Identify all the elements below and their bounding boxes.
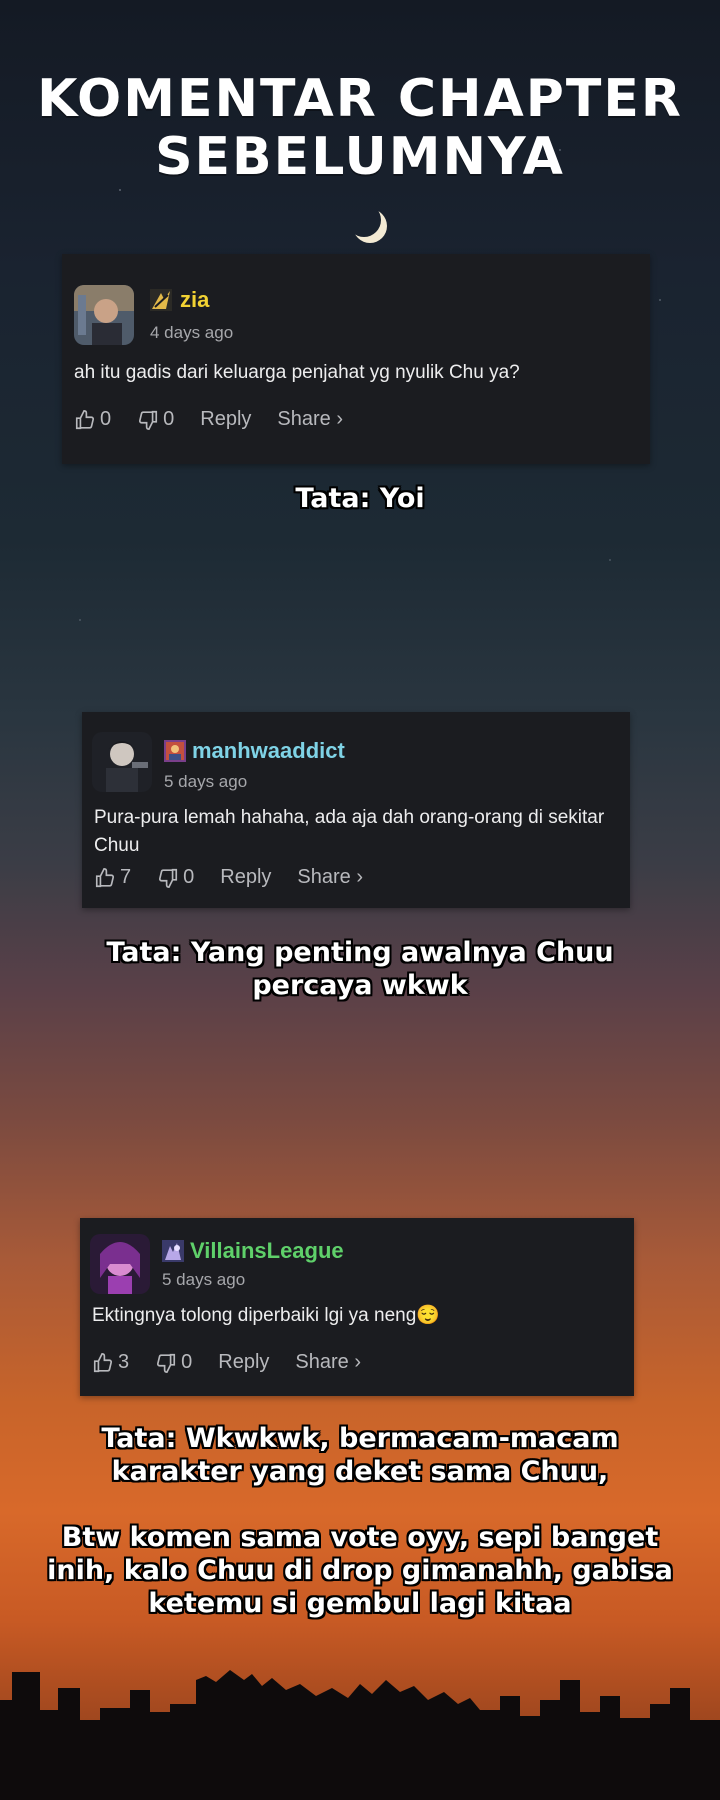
city-skyline <box>0 1670 720 1800</box>
comment-actions: 0 0 Reply Share › <box>74 408 369 431</box>
like-button[interactable]: 0 <box>74 408 111 431</box>
page-title-line-1: KOMENTAR CHAPTER <box>37 69 683 129</box>
thumbs-up-icon <box>75 409 95 429</box>
avatar[interactable] <box>92 732 152 792</box>
dislike-count: 0 <box>183 866 195 888</box>
page-title-line-2: SEBELUMNYA <box>155 127 565 187</box>
dislike-count: 0 <box>181 1351 193 1373</box>
share-button[interactable]: Share › <box>297 866 363 889</box>
share-button[interactable]: Share › <box>295 1351 361 1374</box>
comment-time: 5 days ago <box>162 1270 246 1289</box>
caption-1: Tata: Yoi <box>295 483 425 514</box>
thumbs-up-icon <box>93 1352 113 1372</box>
thumbs-down-icon <box>139 410 158 430</box>
dislike-button[interactable]: 0 <box>137 408 174 431</box>
avatar[interactable] <box>90 1234 150 1294</box>
caption-2: Tata: Yang penting awalnya Chuu percaya … <box>106 937 614 1001</box>
comment-actions: 3 0 Reply Share › <box>92 1351 387 1374</box>
user-badge-icon <box>162 1240 184 1262</box>
dislike-button[interactable]: 0 <box>157 866 194 889</box>
like-button[interactable]: 7 <box>94 866 131 889</box>
dislike-count: 0 <box>163 408 175 430</box>
comment-text: Pura-pura lemah hahaha, ada aja dah oran… <box>94 807 605 856</box>
comment-actions: 7 0 Reply Share › <box>94 866 389 889</box>
crescent-moon-icon <box>353 209 387 243</box>
comment-time: 4 days ago <box>150 323 234 342</box>
dislike-button[interactable]: 0 <box>155 1351 192 1374</box>
like-count: 7 <box>120 866 132 888</box>
reply-button[interactable]: Reply <box>218 1351 269 1374</box>
comment-card: zia 4 days ago ah itu gadis dari keluarg… <box>62 254 650 464</box>
caption-3: Tata: Wkwkwk, bermacam-macam karakter ya… <box>47 1423 673 1619</box>
like-count: 3 <box>118 1351 130 1373</box>
comment-text: ah itu gadis dari keluarga penjahat yg n… <box>74 362 520 383</box>
comment-card: VillainsLeague 5 days ago Ektingnya tolo… <box>80 1218 634 1396</box>
user-badge-icon <box>164 740 186 762</box>
like-button[interactable]: 3 <box>92 1351 129 1374</box>
thumbs-down-icon <box>159 868 178 888</box>
username[interactable]: zia <box>180 287 209 313</box>
avatar[interactable] <box>74 285 134 345</box>
reply-button[interactable]: Reply <box>220 866 271 889</box>
like-count: 0 <box>100 408 112 430</box>
comment-text: Ektingnya tolong diperbaiki lgi ya neng😌 <box>92 1305 440 1326</box>
user-badge-icon <box>150 289 172 311</box>
comment-time: 5 days ago <box>164 772 248 791</box>
reply-button[interactable]: Reply <box>200 408 251 431</box>
thumbs-up-icon <box>95 867 115 887</box>
username[interactable]: manhwaaddict <box>192 738 345 764</box>
share-button[interactable]: Share › <box>277 408 343 431</box>
comment-card: manhwaaddict 5 days ago Pura-pura lemah … <box>82 712 630 908</box>
username[interactable]: VillainsLeague <box>190 1238 344 1264</box>
page-title: KOMENTAR CHAPTER SEBELUMNYA <box>0 70 720 186</box>
thumbs-down-icon <box>157 1353 176 1373</box>
